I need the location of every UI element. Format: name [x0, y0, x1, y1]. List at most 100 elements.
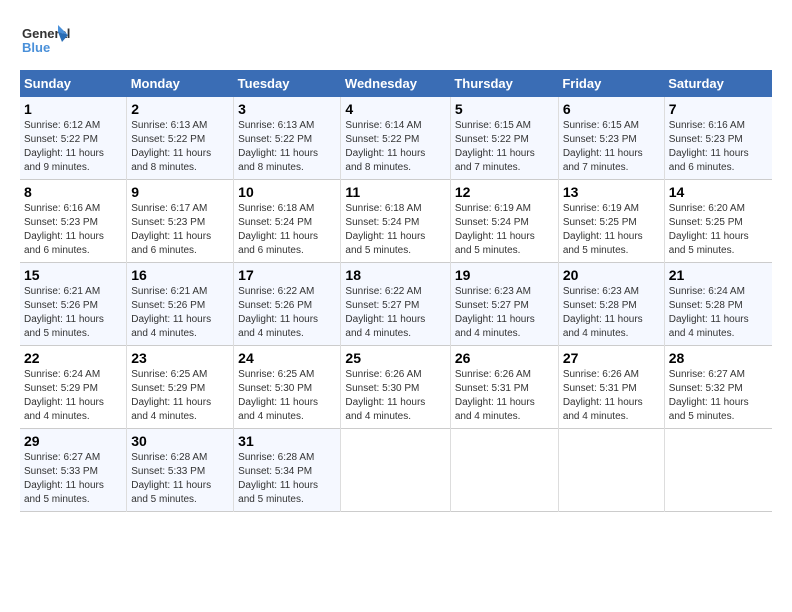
- logo: General Blue: [20, 20, 74, 60]
- calendar-cell: 11 Sunrise: 6:18 AM Sunset: 5:24 PM Dayli…: [341, 180, 450, 263]
- calendar-cell: 4 Sunrise: 6:14 AM Sunset: 5:22 PM Daylig…: [341, 97, 450, 180]
- day-info: Sunrise: 6:16 AM Sunset: 5:23 PM Dayligh…: [24, 202, 122, 258]
- day-info: Sunrise: 6:21 AM Sunset: 5:26 PM Dayligh…: [24, 285, 122, 341]
- calendar-cell: 18 Sunrise: 6:22 AM Sunset: 5:27 PM Dayli…: [341, 263, 450, 346]
- calendar-cell: [558, 429, 664, 512]
- day-number: 16: [131, 267, 229, 283]
- day-info: Sunrise: 6:15 AM Sunset: 5:22 PM Dayligh…: [455, 119, 554, 175]
- day-number: 13: [563, 184, 660, 200]
- day-info: Sunrise: 6:18 AM Sunset: 5:24 PM Dayligh…: [238, 202, 336, 258]
- day-number: 6: [563, 101, 660, 117]
- calendar-cell: 13Sunrise: 6:19 AM Sunset: 5:25 PM Dayli…: [558, 180, 664, 263]
- day-number: 4: [345, 101, 445, 117]
- day-info: Sunrise: 6:26 AM Sunset: 5:31 PM Dayligh…: [455, 368, 554, 424]
- day-number: 2: [131, 101, 229, 117]
- day-number: 26: [455, 350, 554, 366]
- calendar-cell: [664, 429, 772, 512]
- calendar-week-row: 22 Sunrise: 6:24 AM Sunset: 5:29 PM Dayli…: [20, 346, 772, 429]
- day-info: Sunrise: 6:18 AM Sunset: 5:24 PM Dayligh…: [345, 202, 445, 258]
- day-info: Sunrise: 6:23 AM Sunset: 5:27 PM Dayligh…: [455, 285, 554, 341]
- day-number: 1: [24, 101, 122, 117]
- calendar-cell: 19 Sunrise: 6:23 AM Sunset: 5:27 PM Dayli…: [450, 263, 558, 346]
- day-number: 30: [131, 433, 229, 449]
- day-number: 22: [24, 350, 122, 366]
- day-number: 12: [455, 184, 554, 200]
- day-number: 9: [131, 184, 229, 200]
- calendar-cell: 20 Sunrise: 6:23 AM Sunset: 5:28 PM Dayli…: [558, 263, 664, 346]
- day-number: 24: [238, 350, 336, 366]
- calendar-cell: 30 Sunrise: 6:28 AM Sunset: 5:33 PM Dayli…: [127, 429, 234, 512]
- calendar-cell: 14 Sunrise: 6:20 AM Sunset: 5:25 PM Dayli…: [664, 180, 772, 263]
- day-info: Sunrise: 6:24 AM Sunset: 5:29 PM Dayligh…: [24, 368, 122, 424]
- day-info: Sunrise: 6:25 AM Sunset: 5:29 PM Dayligh…: [131, 368, 229, 424]
- header-wednesday: Wednesday: [341, 70, 450, 97]
- day-number: 28: [669, 350, 768, 366]
- calendar-cell: 16 Sunrise: 6:21 AM Sunset: 5:26 PM Dayli…: [127, 263, 234, 346]
- day-info: Sunrise: 6:20 AM Sunset: 5:25 PM Dayligh…: [669, 202, 768, 258]
- header-monday: Monday: [127, 70, 234, 97]
- day-number: 8: [24, 184, 122, 200]
- day-number: 31: [238, 433, 336, 449]
- header-thursday: Thursday: [450, 70, 558, 97]
- calendar-cell: 2 Sunrise: 6:13 AM Sunset: 5:22 PM Daylig…: [127, 97, 234, 180]
- calendar-cell: 31Sunrise: 6:28 AM Sunset: 5:34 PM Dayli…: [234, 429, 341, 512]
- day-number: 27: [563, 350, 660, 366]
- calendar-cell: [341, 429, 450, 512]
- day-info: Sunrise: 6:13 AM Sunset: 5:22 PM Dayligh…: [131, 119, 229, 175]
- calendar-cell: 29 Sunrise: 6:27 AM Sunset: 5:33 PM Dayli…: [20, 429, 127, 512]
- calendar-cell: 7Sunrise: 6:16 AM Sunset: 5:23 PM Daylig…: [664, 97, 772, 180]
- day-info: Sunrise: 6:26 AM Sunset: 5:30 PM Dayligh…: [345, 368, 445, 424]
- day-info: Sunrise: 6:13 AM Sunset: 5:22 PM Dayligh…: [238, 119, 336, 175]
- calendar-cell: 5 Sunrise: 6:15 AM Sunset: 5:22 PM Daylig…: [450, 97, 558, 180]
- day-number: 5: [455, 101, 554, 117]
- header-saturday: Saturday: [664, 70, 772, 97]
- calendar-table: SundayMondayTuesdayWednesdayThursdayFrid…: [20, 70, 772, 512]
- day-info: Sunrise: 6:23 AM Sunset: 5:28 PM Dayligh…: [563, 285, 660, 341]
- day-number: 25: [345, 350, 445, 366]
- calendar-week-row: 8 Sunrise: 6:16 AM Sunset: 5:23 PM Daylig…: [20, 180, 772, 263]
- calendar-cell: 12 Sunrise: 6:19 AM Sunset: 5:24 PM Dayli…: [450, 180, 558, 263]
- day-number: 19: [455, 267, 554, 283]
- day-info: Sunrise: 6:28 AM Sunset: 5:33 PM Dayligh…: [131, 451, 229, 507]
- logo-icon: General Blue: [20, 20, 70, 60]
- day-number: 15: [24, 267, 122, 283]
- header-friday: Friday: [558, 70, 664, 97]
- calendar-week-row: 15 Sunrise: 6:21 AM Sunset: 5:26 PM Dayli…: [20, 263, 772, 346]
- day-info: Sunrise: 6:15 AM Sunset: 5:23 PM Dayligh…: [563, 119, 660, 175]
- calendar-header-row: SundayMondayTuesdayWednesdayThursdayFrid…: [20, 70, 772, 97]
- day-info: Sunrise: 6:12 AM Sunset: 5:22 PM Dayligh…: [24, 119, 122, 175]
- calendar-cell: 9 Sunrise: 6:17 AM Sunset: 5:23 PM Daylig…: [127, 180, 234, 263]
- calendar-cell: 17Sunrise: 6:22 AM Sunset: 5:26 PM Dayli…: [234, 263, 341, 346]
- page-header: General Blue: [20, 20, 772, 60]
- calendar-cell: 28 Sunrise: 6:27 AM Sunset: 5:32 PM Dayli…: [664, 346, 772, 429]
- day-info: Sunrise: 6:27 AM Sunset: 5:32 PM Dayligh…: [669, 368, 768, 424]
- calendar-cell: 1 Sunrise: 6:12 AM Sunset: 5:22 PM Daylig…: [20, 97, 127, 180]
- header-sunday: Sunday: [20, 70, 127, 97]
- calendar-cell: 27 Sunrise: 6:26 AM Sunset: 5:31 PM Dayli…: [558, 346, 664, 429]
- day-number: 20: [563, 267, 660, 283]
- day-info: Sunrise: 6:27 AM Sunset: 5:33 PM Dayligh…: [24, 451, 122, 507]
- day-number: 23: [131, 350, 229, 366]
- calendar-cell: 22 Sunrise: 6:24 AM Sunset: 5:29 PM Dayli…: [20, 346, 127, 429]
- svg-text:Blue: Blue: [22, 40, 50, 55]
- day-number: 18: [345, 267, 445, 283]
- day-info: Sunrise: 6:22 AM Sunset: 5:27 PM Dayligh…: [345, 285, 445, 341]
- day-info: Sunrise: 6:26 AM Sunset: 5:31 PM Dayligh…: [563, 368, 660, 424]
- day-info: Sunrise: 6:17 AM Sunset: 5:23 PM Dayligh…: [131, 202, 229, 258]
- day-info: Sunrise: 6:19 AM Sunset: 5:24 PM Dayligh…: [455, 202, 554, 258]
- day-info: Sunrise: 6:25 AM Sunset: 5:30 PM Dayligh…: [238, 368, 336, 424]
- calendar-cell: 25 Sunrise: 6:26 AM Sunset: 5:30 PM Dayli…: [341, 346, 450, 429]
- calendar-cell: 6 Sunrise: 6:15 AM Sunset: 5:23 PM Daylig…: [558, 97, 664, 180]
- day-number: 10: [238, 184, 336, 200]
- day-number: 11: [345, 184, 445, 200]
- day-info: Sunrise: 6:14 AM Sunset: 5:22 PM Dayligh…: [345, 119, 445, 175]
- day-number: 29: [24, 433, 122, 449]
- calendar-cell: 10 Sunrise: 6:18 AM Sunset: 5:24 PM Dayli…: [234, 180, 341, 263]
- calendar-cell: 15 Sunrise: 6:21 AM Sunset: 5:26 PM Dayli…: [20, 263, 127, 346]
- day-number: 17: [238, 267, 336, 283]
- day-number: 14: [669, 184, 768, 200]
- header-tuesday: Tuesday: [234, 70, 341, 97]
- day-info: Sunrise: 6:21 AM Sunset: 5:26 PM Dayligh…: [131, 285, 229, 341]
- calendar-cell: 8 Sunrise: 6:16 AM Sunset: 5:23 PM Daylig…: [20, 180, 127, 263]
- day-number: 21: [669, 267, 768, 283]
